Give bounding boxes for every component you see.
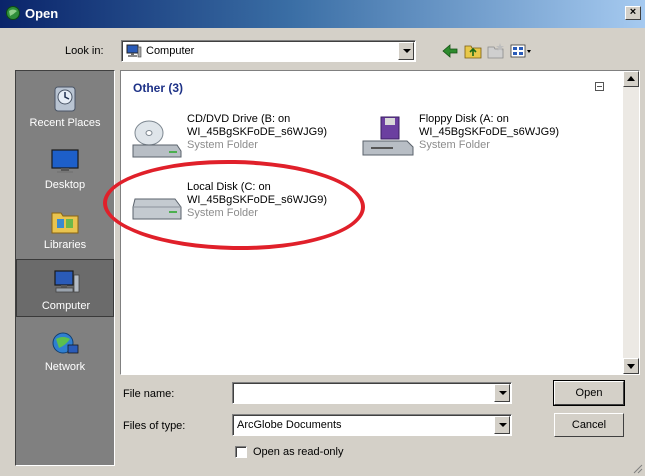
- files-of-type-dropdown-button[interactable]: [494, 416, 510, 434]
- place-label: Libraries: [43, 239, 87, 251]
- item-text: CD/DVD Drive (B: on WI_45BgSKFoDE_s6WJG9…: [187, 113, 327, 152]
- list-item[interactable]: CD/DVD Drive (B: on WI_45BgSKFoDE_s6WJG9…: [129, 109, 349, 169]
- place-computer[interactable]: Computer: [16, 259, 114, 317]
- files-of-type-select[interactable]: ArcGlobe Documents: [232, 414, 512, 436]
- place-recent-places[interactable]: Recent Places: [16, 77, 114, 135]
- group-header: Other (3): [133, 81, 184, 95]
- computer-icon: [54, 270, 80, 293]
- place-label: Recent Places: [29, 117, 101, 129]
- look-in-value: Computer: [146, 45, 195, 57]
- item-name-cont: WI_45BgSKFoDE_s6WJG9): [419, 126, 559, 138]
- new-folder-icon[interactable]: [486, 41, 506, 61]
- back-arrow-icon[interactable]: [440, 41, 460, 61]
- open-dialog: Open × Look in: Computer Recent Places D…: [0, 0, 645, 476]
- cd-drive-icon: [132, 120, 182, 158]
- arrow-down-icon: [627, 364, 635, 369]
- file-name-dropdown-button[interactable]: [494, 384, 510, 402]
- place-label: Desktop: [44, 179, 86, 191]
- vertical-scrollbar[interactable]: [623, 71, 639, 374]
- scroll-up-button[interactable]: [623, 71, 639, 87]
- item-text: Floppy Disk (A: on WI_45BgSKFoDE_s6WJG9)…: [419, 113, 559, 152]
- resize-grip-icon[interactable]: [631, 462, 643, 474]
- item-text: Local Disk (C: on WI_45BgSKFoDE_s6WJG9) …: [187, 181, 327, 220]
- hard-disk-icon: [132, 198, 182, 220]
- file-list[interactable]: Other (3) CD/DVD Drive (B: on WI_45BgSKF…: [120, 70, 640, 375]
- floppy-drive-icon: [362, 116, 414, 156]
- look-in-combo[interactable]: Computer: [121, 40, 416, 62]
- item-name: Floppy Disk (A: on: [419, 113, 509, 125]
- place-desktop[interactable]: Desktop: [16, 139, 114, 197]
- network-icon: [52, 332, 79, 354]
- place-label: Computer: [41, 300, 91, 312]
- cancel-button[interactable]: Cancel: [554, 413, 624, 437]
- arrow-up-icon: [627, 76, 635, 81]
- files-of-type-value: ArcGlobe Documents: [237, 419, 342, 431]
- close-button[interactable]: ×: [625, 6, 641, 20]
- dialog-title: Open: [25, 6, 59, 21]
- desktop-icon: [51, 149, 79, 173]
- item-type: System Folder: [187, 139, 258, 151]
- computer-small-icon: [126, 44, 142, 58]
- places-bar: Recent Places Desktop Libraries Computer…: [15, 70, 115, 466]
- item-name: Local Disk (C: on: [187, 181, 271, 193]
- list-item[interactable]: Local Disk (C: on WI_45BgSKFoDE_s6WJG9) …: [129, 177, 349, 237]
- place-label: Network: [44, 361, 86, 373]
- item-type: System Folder: [187, 207, 258, 219]
- arcglobe-app-icon: [6, 6, 20, 20]
- views-menu-icon[interactable]: [509, 41, 533, 61]
- up-folder-icon[interactable]: [463, 41, 483, 61]
- place-libraries[interactable]: Libraries: [16, 199, 114, 257]
- item-type: System Folder: [419, 139, 490, 151]
- recent-places-icon: [54, 86, 76, 112]
- open-button[interactable]: Open: [553, 380, 625, 406]
- collapse-group-icon[interactable]: [595, 82, 604, 91]
- list-item[interactable]: Floppy Disk (A: on WI_45BgSKFoDE_s6WJG9)…: [361, 109, 581, 169]
- file-name-input[interactable]: [232, 382, 512, 404]
- read-only-label: Open as read-only: [253, 446, 344, 458]
- look-in-label: Look in:: [65, 45, 104, 57]
- read-only-checkbox[interactable]: [235, 446, 247, 458]
- files-of-type-label: Files of type:: [123, 420, 186, 432]
- item-name-cont: WI_45BgSKFoDE_s6WJG9): [187, 194, 327, 206]
- scroll-down-button[interactable]: [623, 358, 639, 374]
- place-network[interactable]: Network: [16, 321, 114, 379]
- item-name: CD/DVD Drive (B: on: [187, 113, 291, 125]
- close-icon: ×: [629, 6, 637, 18]
- title-bar[interactable]: Open ×: [0, 0, 645, 28]
- file-name-label: File name:: [123, 388, 175, 400]
- look-in-dropdown-button[interactable]: [398, 42, 414, 60]
- libraries-icon: [51, 212, 79, 234]
- item-name-cont: WI_45BgSKFoDE_s6WJG9): [187, 126, 327, 138]
